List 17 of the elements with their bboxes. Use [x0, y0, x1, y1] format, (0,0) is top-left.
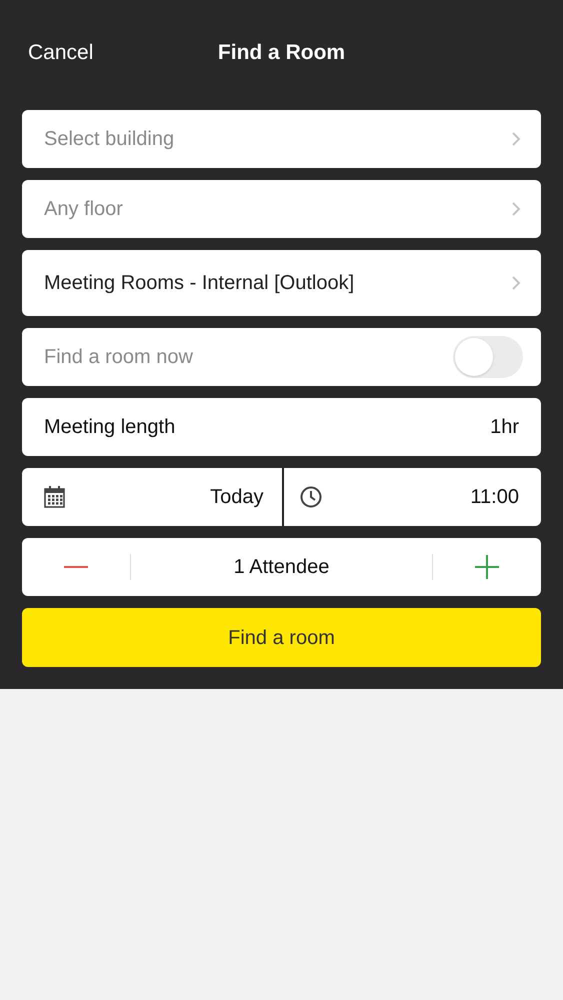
plus-icon — [475, 555, 499, 579]
find-room-button[interactable]: Find a room — [22, 608, 541, 667]
clock-icon — [300, 486, 322, 508]
time-picker[interactable]: 11:00 — [284, 468, 541, 526]
toggle-label: Find a room now — [44, 345, 193, 370]
picker-row[interactable]: Meeting Rooms - Internal [Outlook] — [22, 250, 541, 316]
calendar-icon — [44, 486, 65, 508]
toggle-switch[interactable] — [453, 336, 523, 378]
attendee-count: 1 Attendee — [232, 555, 330, 580]
meeting-length-row[interactable]: Meeting length 1hr — [22, 398, 541, 456]
cancel-button[interactable]: Cancel — [28, 37, 94, 69]
minus-icon — [64, 566, 88, 568]
chevron-icon — [511, 131, 521, 147]
chevron-icon — [511, 201, 521, 217]
chevron-icon — [511, 275, 521, 291]
screen-title: Find a Room — [218, 40, 346, 66]
date-picker[interactable]: Today — [22, 468, 282, 526]
